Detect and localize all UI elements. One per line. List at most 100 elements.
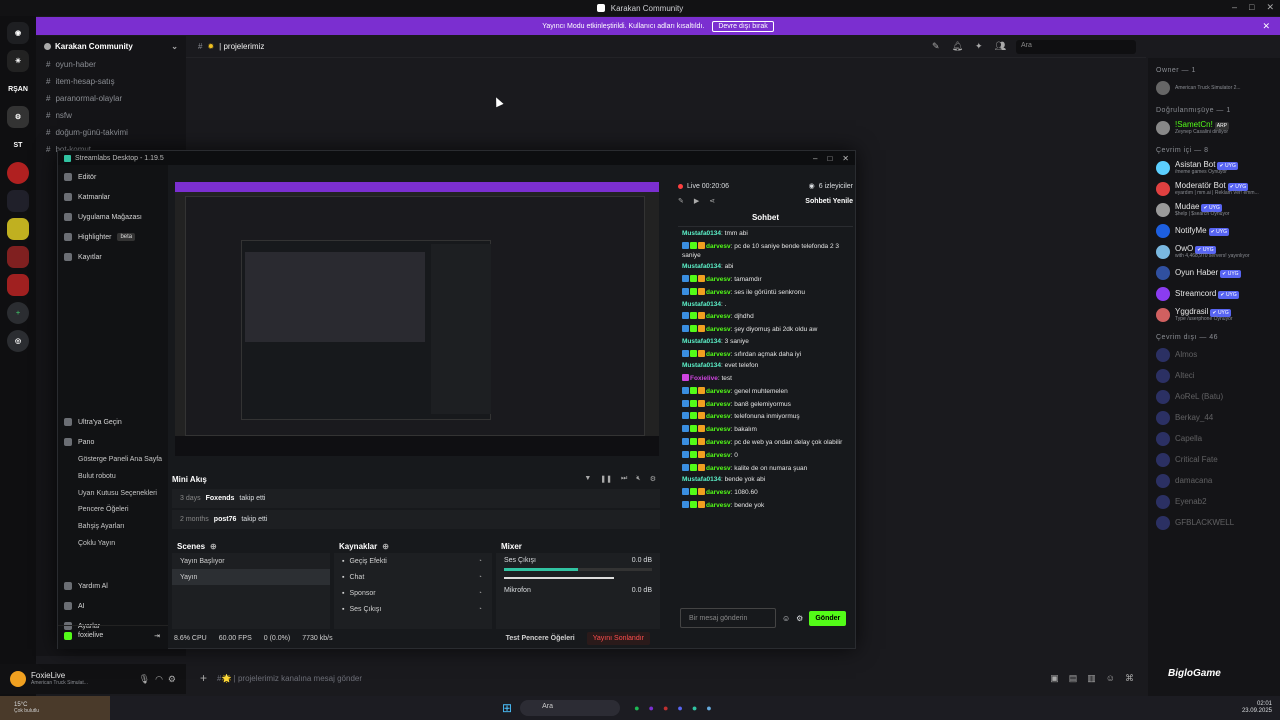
server-icon[interactable] <box>7 190 29 212</box>
channel-item[interactable]: # doğum-günü-takvimi <box>36 124 186 141</box>
server-icon[interactable] <box>7 246 29 268</box>
member-item[interactable]: Streamcord ✔ UYG <box>1148 283 1280 304</box>
server-icon[interactable] <box>7 218 29 240</box>
visibility-icon[interactable]: ◔ <box>478 606 482 613</box>
steam-icon[interactable]: ● <box>706 703 711 713</box>
mic-icon[interactable]: 🎙︎ <box>139 674 150 685</box>
chat-input[interactable]: Bir mesaj gönderin <box>680 608 776 628</box>
server-icon[interactable]: ✳ <box>7 50 29 72</box>
visibility-icon[interactable]: ◔ <box>478 590 482 597</box>
member-item[interactable]: Yggdrasil ✔ UYG Type /userphone Oynuyor <box>1148 304 1280 325</box>
chat-username[interactable]: darvesv <box>706 388 731 395</box>
account-item[interactable]: foxielive ⇥ <box>58 625 168 645</box>
spotify-icon[interactable]: ● <box>634 703 639 713</box>
stream-preview[interactable] <box>175 182 659 456</box>
sl-nav-item[interactable]: Ultra'ya Geçin <box>58 412 168 432</box>
chat-username[interactable]: Mustafa0134 <box>682 301 721 308</box>
sl-nav-item[interactable]: Pano <box>58 432 168 452</box>
chat-username[interactable]: Mustafa0134 <box>682 338 721 345</box>
scene-item[interactable]: Yayın Başlıyor <box>172 553 330 569</box>
server-icon[interactable]: ⚙ <box>7 106 29 128</box>
sl-close-icon[interactable]: ✕ <box>842 154 849 163</box>
sl-nav-item[interactable]: Editör <box>58 167 168 187</box>
minimize-icon[interactable]: – <box>1232 2 1237 13</box>
members-icon[interactable]: 👥︎ <box>995 41 1006 52</box>
member-item[interactable]: Asistan Bot ✔ UYG/meme games Oynuyor <box>1148 157 1280 178</box>
chat-username[interactable]: darvesv <box>706 465 731 472</box>
chat-username[interactable]: darvesv <box>706 502 731 509</box>
settings-gear-icon[interactable]: ⚙ <box>168 674 176 685</box>
headphones-icon[interactable]: ◠ <box>155 674 163 685</box>
dashboard-subitem[interactable]: Pencere Öğeleri <box>58 502 168 519</box>
chat-username[interactable]: darvesv <box>706 426 731 433</box>
chat-username[interactable]: Foxielive <box>690 375 718 382</box>
chat-username[interactable]: Mustafa0134 <box>682 362 721 369</box>
visibility-icon[interactable]: ◔ <box>478 558 482 565</box>
discord-home-icon[interactable]: ◉ <box>7 22 29 44</box>
dashboard-subitem[interactable]: Gösterge Paneli Ana Sayfa <box>58 452 168 469</box>
sl-maximize-icon[interactable]: □ <box>827 154 832 163</box>
chat-username[interactable]: darvesv <box>706 276 731 283</box>
gift-icon[interactable]: ▣ <box>1050 673 1059 684</box>
weather-widget[interactable]: 15°C Çok bulutlu <box>0 696 110 720</box>
sticker-icon[interactable]: ▥ <box>1087 673 1096 684</box>
member-item[interactable]: OwO ✔ UYG with 4,468,970 servers! yayınlıy… <box>1148 241 1280 262</box>
close-icon[interactable]: ✕ <box>1266 2 1274 13</box>
server-icon[interactable] <box>7 162 29 184</box>
start-icon[interactable]: ⊞ <box>502 701 512 715</box>
scene-item[interactable]: Yayın <box>172 569 330 585</box>
chat-username[interactable]: darvesv <box>706 452 731 459</box>
member-item[interactable]: Oyun Haber ✔ UYG <box>1148 262 1280 283</box>
member-item-offline[interactable]: Capella <box>1148 428 1280 449</box>
member-item[interactable]: NotifyMe ✔ UYG <box>1148 220 1280 241</box>
member-item-offline[interactable]: Alteci <box>1148 365 1280 386</box>
chat-username[interactable]: darvesv <box>706 489 731 496</box>
send-button[interactable]: Gönder <box>809 610 847 626</box>
end-stream-button[interactable]: Yayını Sonlandır <box>586 631 650 645</box>
chat-username[interactable]: darvesv <box>706 413 731 420</box>
channel-item[interactable]: # oyun-haber <box>36 56 186 73</box>
chat-username[interactable]: darvesv <box>706 439 731 446</box>
source-item[interactable]: ▪ Geçiş Efekti ◔ <box>334 553 492 569</box>
banner-close-icon[interactable]: ✕ <box>1262 21 1270 32</box>
member-item-offline[interactable]: damacana <box>1148 470 1280 491</box>
sl-nav-item[interactable]: AI <box>58 596 168 616</box>
emoji-icon[interactable]: ☺ <box>782 614 790 623</box>
sl-nav-item[interactable]: Katmanlar <box>58 187 168 207</box>
settings-icon[interactable]: ⚙ <box>650 475 656 483</box>
member-item-offline[interactable]: Berkay_44 <box>1148 407 1280 428</box>
visibility-icon[interactable]: ◔ <box>478 574 482 581</box>
discover-icon[interactable]: ◎ <box>7 330 29 352</box>
channel-item[interactable]: # paranormal-olaylar <box>36 90 186 107</box>
app-icon[interactable]: ● <box>649 703 654 713</box>
app-icon[interactable]: ● <box>663 703 668 713</box>
filter-icon[interactable]: ▼ <box>584 475 591 483</box>
chat-username[interactable]: Mustafa0134 <box>682 476 721 483</box>
server-icon[interactable] <box>7 274 29 296</box>
channel-item[interactable]: # item-hesap-satış <box>36 73 186 90</box>
skip-icon[interactable]: ⏭ <box>621 475 627 483</box>
apps-icon[interactable]: ⌘ <box>1125 673 1134 684</box>
threads-icon[interactable]: ✎ <box>932 41 940 52</box>
volume-slider[interactable] <box>504 577 614 579</box>
share-icon[interactable]: ⋖ <box>709 197 715 205</box>
message-input[interactable]: #🌟 | projelerimiz kanalına mesaj gönder <box>217 674 362 683</box>
member-item-offline[interactable]: GFBLACKWELL <box>1148 512 1280 533</box>
source-item[interactable]: ▪ Chat ◔ <box>334 569 492 585</box>
channel-item[interactable]: # nsfw <box>36 107 186 124</box>
member-verified[interactable]: !SametCn! ARP Zeynep Casalini dinliyor <box>1148 117 1280 138</box>
test-widgets-button[interactable]: Test Pencere Öğeleri <box>506 635 575 642</box>
chat-username[interactable]: darvesv <box>706 326 731 333</box>
add-server-icon[interactable]: + <box>7 302 29 324</box>
source-item[interactable]: ▪ Ses Çıkışı ◔ <box>334 601 492 617</box>
taskbar-search[interactable]: Ara <box>520 700 621 716</box>
sl-minimize-icon[interactable]: – <box>813 154 817 163</box>
sl-nav-item[interactable]: Uygulama Mağazası <box>58 207 168 227</box>
member-owner[interactable]: American Truck Simulator 2... <box>1148 77 1280 98</box>
chat-settings-icon[interactable]: ⚙ <box>796 614 803 623</box>
add-scene-icon[interactable]: ⊕ <box>210 542 217 551</box>
message-composer[interactable]: + #🌟 | projelerimiz kanalına mesaj gönde… <box>186 666 1146 690</box>
sl-nav-item[interactable]: Highlighter beta <box>58 227 168 247</box>
chat-username[interactable]: Mustafa0134 <box>682 230 721 237</box>
member-item-offline[interactable]: Almos <box>1148 344 1280 365</box>
